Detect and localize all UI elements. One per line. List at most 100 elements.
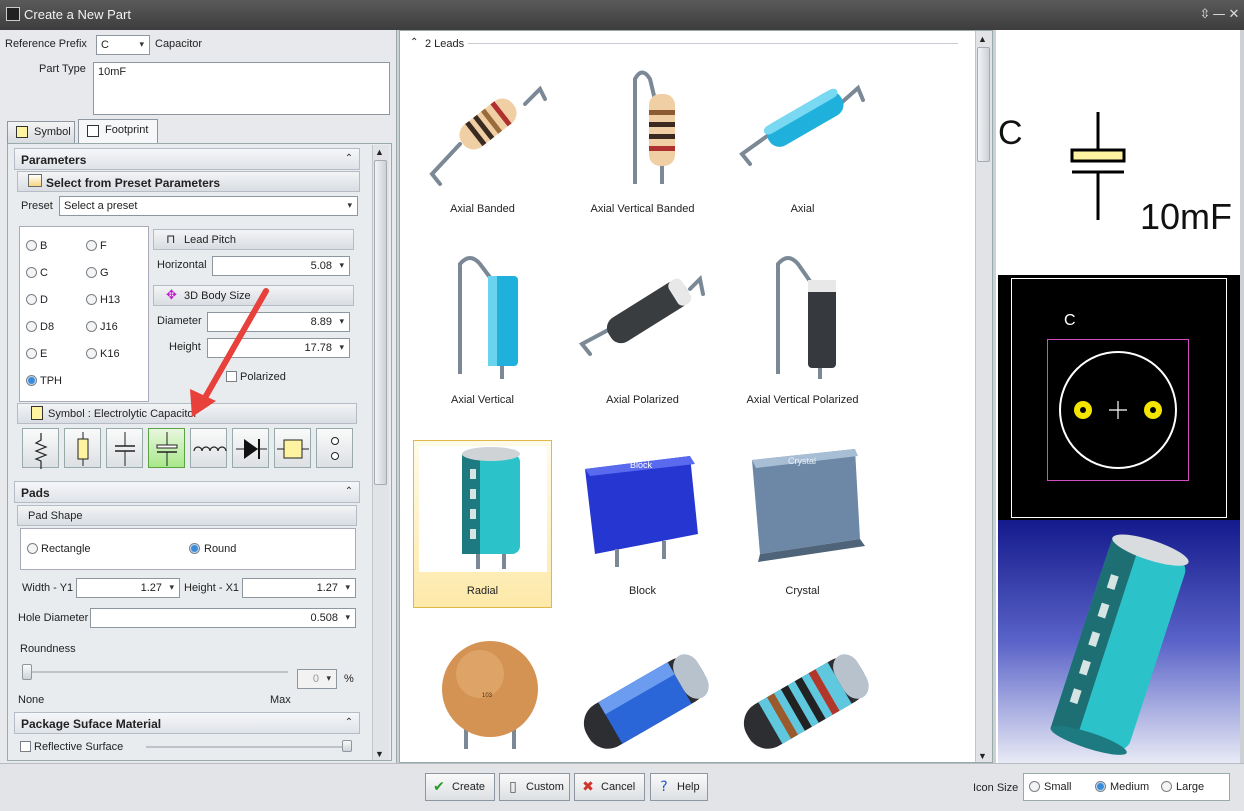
gallery-scroll-up-icon[interactable]: ▲ xyxy=(978,34,987,44)
help-label: Help xyxy=(677,781,700,793)
preset-icon xyxy=(28,174,42,187)
symbol-btn-box[interactable] xyxy=(274,428,311,468)
lead-pitch-header: Lead Pitch xyxy=(153,229,354,250)
left-scroll-up-icon[interactable]: ▲ xyxy=(375,147,384,157)
left-scroll-down-icon[interactable]: ▼ xyxy=(375,749,384,759)
symbol-btn-resistor[interactable] xyxy=(22,428,59,469)
icon-size-small-label: Small xyxy=(1044,781,1072,793)
symbol-btn-inductor[interactable] xyxy=(190,428,227,468)
round-label: Round xyxy=(204,543,237,555)
icon-size-small-radio[interactable] xyxy=(1029,781,1040,792)
symbol-btn-two-pin[interactable] xyxy=(316,428,353,468)
axial-banded-image[interactable] xyxy=(429,85,547,186)
roundness-label: Roundness xyxy=(20,643,76,655)
pad-height-label: Height - X1 xyxy=(184,582,240,594)
symbol-btn-capacitor[interactable] xyxy=(106,428,143,468)
ref-prefix-select[interactable]: C xyxy=(96,35,150,55)
gallery-item-label-block[interactable]: Block xyxy=(573,585,712,597)
axial-vertical-banded-image[interactable] xyxy=(633,70,675,185)
size-radio-k16[interactable] xyxy=(86,348,97,359)
pads-collapse-icon[interactable]: ⌃ xyxy=(342,485,356,499)
gallery-scroll-thumb[interactable] xyxy=(977,47,990,162)
preset-select[interactable]: Select a preset xyxy=(59,196,358,216)
radial-image[interactable] xyxy=(462,447,520,569)
resistor-icon xyxy=(34,433,48,469)
symbol-btn-diode[interactable] xyxy=(232,428,269,468)
size-radio-g[interactable] xyxy=(86,267,97,278)
roundness-min-label: None xyxy=(18,694,45,706)
pad-height-value: 1.27 xyxy=(316,582,338,594)
horizontal-label: Horizontal xyxy=(157,259,207,271)
gallery-item-label-axial-banded[interactable]: Axial Banded xyxy=(413,203,552,215)
axial-image[interactable] xyxy=(739,84,865,166)
size-radio-tph[interactable] xyxy=(26,375,37,386)
roundness-input[interactable]: 0 xyxy=(297,669,337,689)
material-collapse-icon[interactable]: ⌃ xyxy=(342,716,356,730)
size-radio-b[interactable] xyxy=(26,240,37,251)
help-button[interactable]: ? Help xyxy=(650,773,708,801)
round-radio[interactable] xyxy=(189,543,200,554)
left-scroll-thumb[interactable] xyxy=(374,160,387,485)
tab-footprint[interactable]: Footprint xyxy=(78,119,158,143)
size-radio-e[interactable] xyxy=(26,348,37,359)
axial-polarized-image[interactable] xyxy=(578,274,705,356)
electrolytic-symbol-large xyxy=(1070,112,1126,220)
gallery-item-label-axial[interactable]: Axial xyxy=(733,203,872,215)
preset-section-title: Select from Preset Parameters xyxy=(46,176,221,190)
hole-diameter-label: Hole Diameter xyxy=(18,612,89,624)
help-icon: ? xyxy=(660,779,668,795)
icon-size-medium-radio[interactable] xyxy=(1095,781,1106,792)
cancel-button[interactable]: ✖ Cancel xyxy=(574,773,645,801)
icon-size-medium-label: Medium xyxy=(1110,781,1150,793)
hole-diameter-input[interactable]: 0.508 xyxy=(90,608,356,628)
size-radio-c[interactable] xyxy=(26,267,37,278)
gallery-item-label-axial-vertical[interactable]: Axial Vertical xyxy=(413,394,552,406)
symbol-btn-electrolytic[interactable] xyxy=(148,428,185,468)
roundness-slider-thumb[interactable] xyxy=(22,664,32,680)
size-radio-d[interactable] xyxy=(26,294,37,305)
gallery-item-label-radial[interactable]: Radial xyxy=(413,585,552,597)
horizontal-input[interactable]: 5.08 xyxy=(212,256,350,276)
axial-vertical-image[interactable] xyxy=(458,256,518,379)
ref-prefix-desc: Capacitor xyxy=(155,38,203,50)
block-image[interactable]: Block xyxy=(585,456,698,567)
pads-header: Pads xyxy=(14,481,360,503)
rectangle-radio[interactable] xyxy=(27,543,38,554)
create-button[interactable]: ✔ Create xyxy=(425,773,495,801)
crystal-text: Crystal xyxy=(788,456,816,466)
crystal-image[interactable]: Crystal xyxy=(752,449,865,562)
symbol-title: Symbol : Electrolytic Capacitor xyxy=(48,408,198,420)
collapse-icon[interactable]: ⌃ xyxy=(342,152,356,166)
reflective-checkbox[interactable] xyxy=(20,741,31,752)
size-radio-j16[interactable] xyxy=(86,321,97,332)
gallery-scroll-down-icon[interactable]: ▼ xyxy=(978,751,987,761)
size-radio-d8[interactable] xyxy=(26,321,37,332)
melf-blue-image[interactable] xyxy=(576,649,714,757)
custom-button[interactable]: ▯ Custom xyxy=(499,773,570,801)
icon-size-large-radio[interactable] xyxy=(1161,781,1172,792)
axial-vertical-polarized-image[interactable] xyxy=(776,256,836,379)
gallery-item-label-axial-vertical-polarized[interactable]: Axial Vertical Polarized xyxy=(733,394,872,406)
gallery-item-label-crystal[interactable]: Crystal xyxy=(733,585,872,597)
disc-image[interactable]: 103 xyxy=(442,641,538,749)
cancel-label: Cancel xyxy=(601,781,636,793)
close-icon[interactable]: ✕ xyxy=(1225,6,1243,24)
symbol-preview: C 10mF xyxy=(998,32,1240,272)
part-type-input[interactable]: 10mF xyxy=(93,62,390,115)
size-radio-h13[interactable] xyxy=(86,294,97,305)
tab-footprint-label: Footprint xyxy=(105,124,149,136)
gallery-item-label-axial-vertical-banded[interactable]: Axial Vertical Banded xyxy=(573,203,712,215)
inductor-icon xyxy=(193,446,227,452)
symbol-btn-box-resistor[interactable] xyxy=(64,428,101,468)
melf-banded-image[interactable] xyxy=(736,649,874,757)
electrolytic-capacitor-icon xyxy=(156,432,178,466)
rectangle-label: Rectangle xyxy=(41,543,91,555)
width-input[interactable]: 1.27 xyxy=(76,578,180,598)
tab-symbol[interactable]: Symbol xyxy=(7,121,75,143)
size-label-g: G xyxy=(100,267,109,279)
tab-symbol-label: Symbol xyxy=(34,126,71,138)
pad-height-input[interactable]: 1.27 xyxy=(242,578,356,598)
reflective-slider-thumb[interactable] xyxy=(342,740,352,752)
size-radio-f[interactable] xyxy=(86,240,97,251)
gallery-item-label-axial-polarized[interactable]: Axial Polarized xyxy=(573,394,712,406)
